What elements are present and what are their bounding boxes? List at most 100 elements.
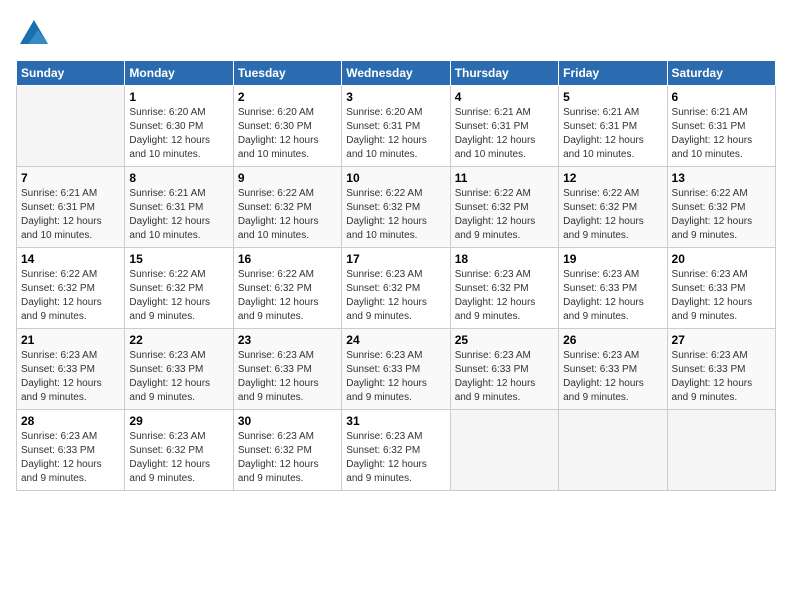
calendar-cell: 29 Sunrise: 6:23 AM Sunset: 6:32 PM Dayli…: [125, 410, 233, 491]
day-number: 17: [346, 252, 445, 266]
day-number: 23: [238, 333, 337, 347]
day-info: Sunrise: 6:21 AM Sunset: 6:31 PM Dayligh…: [455, 106, 554, 162]
day-info: Sunrise: 6:22 AM Sunset: 6:32 PM Dayligh…: [238, 268, 337, 324]
calendar-table: SundayMondayTuesdayWednesdayThursdayFrid…: [16, 60, 776, 491]
day-number: 18: [455, 252, 554, 266]
calendar-week-row: 28 Sunrise: 6:23 AM Sunset: 6:33 PM Dayli…: [17, 410, 776, 491]
calendar-cell: 19 Sunrise: 6:23 AM Sunset: 6:33 PM Dayli…: [559, 248, 667, 329]
day-number: 14: [21, 252, 120, 266]
day-number: 8: [129, 171, 228, 185]
day-info: Sunrise: 6:23 AM Sunset: 6:32 PM Dayligh…: [346, 268, 445, 324]
day-number: 28: [21, 414, 120, 428]
day-info: Sunrise: 6:23 AM Sunset: 6:33 PM Dayligh…: [563, 349, 662, 405]
day-info: Sunrise: 6:23 AM Sunset: 6:32 PM Dayligh…: [238, 430, 337, 486]
calendar-cell: 13 Sunrise: 6:22 AM Sunset: 6:32 PM Dayli…: [667, 167, 775, 248]
calendar-cell: 5Sunrise: 6:21 AM Sunset: 6:31 PM Daylig…: [559, 86, 667, 167]
day-number: 13: [672, 171, 771, 185]
page-header: [16, 16, 776, 52]
calendar-cell: [559, 410, 667, 491]
calendar-cell: 24 Sunrise: 6:23 AM Sunset: 6:33 PM Dayli…: [342, 329, 450, 410]
day-info: Sunrise: 6:20 AM Sunset: 6:31 PM Dayligh…: [346, 106, 445, 162]
day-number: 21: [21, 333, 120, 347]
calendar-cell: 30Sunrise: 6:23 AM Sunset: 6:32 PM Dayli…: [233, 410, 341, 491]
day-info: Sunrise: 6:23 AM Sunset: 6:33 PM Dayligh…: [563, 268, 662, 324]
day-info: Sunrise: 6:23 AM Sunset: 6:32 PM Dayligh…: [129, 430, 228, 486]
calendar-cell: 15 Sunrise: 6:22 AM Sunset: 6:32 PM Dayli…: [125, 248, 233, 329]
calendar-cell: 14 Sunrise: 6:22 AM Sunset: 6:32 PM Dayli…: [17, 248, 125, 329]
day-number: 31: [346, 414, 445, 428]
day-number: 27: [672, 333, 771, 347]
calendar-cell: 21 Sunrise: 6:23 AM Sunset: 6:33 PM Dayli…: [17, 329, 125, 410]
calendar-week-row: 7 Sunrise: 6:21 AM Sunset: 6:31 PM Daylig…: [17, 167, 776, 248]
calendar-header-sunday: Sunday: [17, 61, 125, 86]
calendar-cell: 16 Sunrise: 6:22 AM Sunset: 6:32 PM Dayli…: [233, 248, 341, 329]
day-number: 25: [455, 333, 554, 347]
day-number: 5: [563, 90, 662, 104]
calendar-cell: 12 Sunrise: 6:22 AM Sunset: 6:32 PM Dayli…: [559, 167, 667, 248]
calendar-header-friday: Friday: [559, 61, 667, 86]
calendar-week-row: 14 Sunrise: 6:22 AM Sunset: 6:32 PM Dayli…: [17, 248, 776, 329]
calendar-cell: 26 Sunrise: 6:23 AM Sunset: 6:33 PM Dayli…: [559, 329, 667, 410]
day-info: Sunrise: 6:22 AM Sunset: 6:32 PM Dayligh…: [129, 268, 228, 324]
calendar-header-tuesday: Tuesday: [233, 61, 341, 86]
day-info: Sunrise: 6:23 AM Sunset: 6:33 PM Dayligh…: [129, 349, 228, 405]
calendar-cell: 3 Sunrise: 6:20 AM Sunset: 6:31 PM Daylig…: [342, 86, 450, 167]
day-number: 12: [563, 171, 662, 185]
calendar-cell: 18Sunrise: 6:23 AM Sunset: 6:32 PM Dayli…: [450, 248, 558, 329]
day-number: 16: [238, 252, 337, 266]
calendar-header-row: SundayMondayTuesdayWednesdayThursdayFrid…: [17, 61, 776, 86]
day-info: Sunrise: 6:22 AM Sunset: 6:32 PM Dayligh…: [21, 268, 120, 324]
day-info: Sunrise: 6:23 AM Sunset: 6:33 PM Dayligh…: [672, 268, 771, 324]
calendar-cell: 20 Sunrise: 6:23 AM Sunset: 6:33 PM Dayli…: [667, 248, 775, 329]
calendar-cell: 28 Sunrise: 6:23 AM Sunset: 6:33 PM Dayli…: [17, 410, 125, 491]
day-number: 22: [129, 333, 228, 347]
day-number: 20: [672, 252, 771, 266]
day-number: 26: [563, 333, 662, 347]
day-number: 24: [346, 333, 445, 347]
calendar-cell: 6Sunrise: 6:21 AM Sunset: 6:31 PM Daylig…: [667, 86, 775, 167]
calendar-cell: 17 Sunrise: 6:23 AM Sunset: 6:32 PM Dayli…: [342, 248, 450, 329]
day-info: Sunrise: 6:23 AM Sunset: 6:32 PM Dayligh…: [346, 430, 445, 486]
calendar-cell: 8 Sunrise: 6:21 AM Sunset: 6:31 PM Daylig…: [125, 167, 233, 248]
day-info: Sunrise: 6:23 AM Sunset: 6:33 PM Dayligh…: [455, 349, 554, 405]
calendar-week-row: 21 Sunrise: 6:23 AM Sunset: 6:33 PM Dayli…: [17, 329, 776, 410]
day-info: Sunrise: 6:22 AM Sunset: 6:32 PM Dayligh…: [563, 187, 662, 243]
day-info: Sunrise: 6:23 AM Sunset: 6:33 PM Dayligh…: [672, 349, 771, 405]
day-info: Sunrise: 6:20 AM Sunset: 6:30 PM Dayligh…: [129, 106, 228, 162]
day-number: 3: [346, 90, 445, 104]
day-info: Sunrise: 6:23 AM Sunset: 6:33 PM Dayligh…: [21, 430, 120, 486]
calendar-cell: 7Sunrise: 6:21 AM Sunset: 6:31 PM Daylig…: [17, 167, 125, 248]
day-number: 15: [129, 252, 228, 266]
calendar-cell: [450, 410, 558, 491]
day-info: Sunrise: 6:23 AM Sunset: 6:33 PM Dayligh…: [346, 349, 445, 405]
day-number: 29: [129, 414, 228, 428]
day-number: 19: [563, 252, 662, 266]
calendar-cell: 31 Sunrise: 6:23 AM Sunset: 6:32 PM Dayli…: [342, 410, 450, 491]
day-number: 7: [21, 171, 120, 185]
day-info: Sunrise: 6:22 AM Sunset: 6:32 PM Dayligh…: [238, 187, 337, 243]
logo-icon: [16, 16, 52, 52]
calendar-header-saturday: Saturday: [667, 61, 775, 86]
day-number: 10: [346, 171, 445, 185]
calendar-cell: [667, 410, 775, 491]
calendar-cell: 9Sunrise: 6:22 AM Sunset: 6:32 PM Daylig…: [233, 167, 341, 248]
day-number: 1: [129, 90, 228, 104]
calendar-cell: 22 Sunrise: 6:23 AM Sunset: 6:33 PM Dayli…: [125, 329, 233, 410]
calendar-week-row: 1 Sunrise: 6:20 AM Sunset: 6:30 PM Daylig…: [17, 86, 776, 167]
day-info: Sunrise: 6:22 AM Sunset: 6:32 PM Dayligh…: [672, 187, 771, 243]
day-number: 4: [455, 90, 554, 104]
calendar-cell: 10 Sunrise: 6:22 AM Sunset: 6:32 PM Dayli…: [342, 167, 450, 248]
logo: [16, 16, 56, 52]
day-info: Sunrise: 6:23 AM Sunset: 6:33 PM Dayligh…: [21, 349, 120, 405]
day-info: Sunrise: 6:21 AM Sunset: 6:31 PM Dayligh…: [129, 187, 228, 243]
day-info: Sunrise: 6:20 AM Sunset: 6:30 PM Dayligh…: [238, 106, 337, 162]
day-number: 6: [672, 90, 771, 104]
day-info: Sunrise: 6:23 AM Sunset: 6:33 PM Dayligh…: [238, 349, 337, 405]
calendar-cell: 1 Sunrise: 6:20 AM Sunset: 6:30 PM Daylig…: [125, 86, 233, 167]
day-info: Sunrise: 6:22 AM Sunset: 6:32 PM Dayligh…: [346, 187, 445, 243]
calendar-cell: 4 Sunrise: 6:21 AM Sunset: 6:31 PM Daylig…: [450, 86, 558, 167]
day-number: 2: [238, 90, 337, 104]
calendar-cell: 23 Sunrise: 6:23 AM Sunset: 6:33 PM Dayli…: [233, 329, 341, 410]
calendar-header-wednesday: Wednesday: [342, 61, 450, 86]
day-number: 11: [455, 171, 554, 185]
